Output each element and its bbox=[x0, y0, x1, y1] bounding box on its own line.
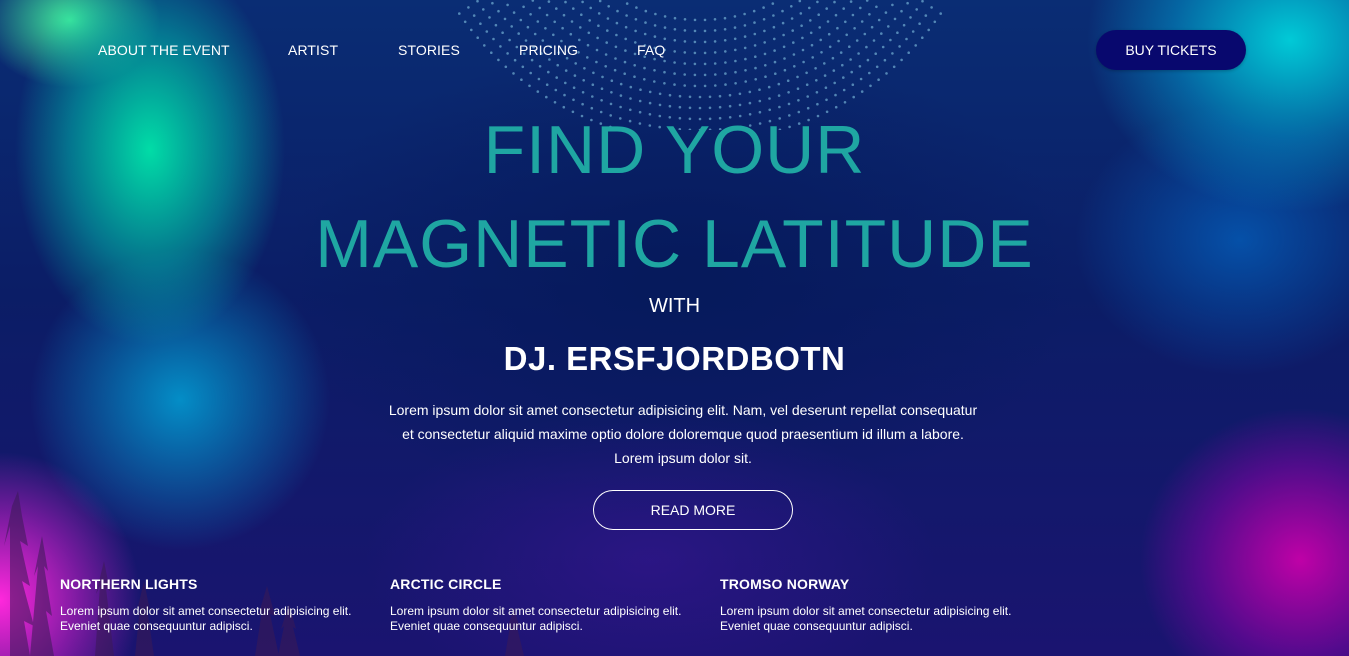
feature-northern-lights: NORTHERN LIGHTS Lorem ipsum dolor sit am… bbox=[60, 576, 380, 634]
nav-link-artist[interactable]: ARTIST bbox=[288, 42, 338, 58]
feature-tromso-norway: TROMSO NORWAY Lorem ipsum dolor sit amet… bbox=[720, 576, 1040, 634]
nav-link-pricing[interactable]: PRICING bbox=[519, 42, 578, 58]
hero-description-line: Lorem ipsum dolor sit. bbox=[614, 450, 752, 466]
nav-link-about-the-event[interactable]: ABOUT THE EVENT bbox=[98, 42, 230, 58]
hero-page: ABOUT THE EVENT ARTIST STORIES PRICING F… bbox=[0, 0, 1349, 656]
artist-name: DJ. ERSFJORDBOTN bbox=[503, 340, 846, 377]
main-navigation: ABOUT THE EVENT ARTIST STORIES PRICING F… bbox=[0, 0, 1349, 100]
headline-line-2: MAGNETIC LATITUDE bbox=[315, 206, 1034, 282]
feature-title: ARCTIC CIRCLE bbox=[390, 576, 502, 592]
headline-line-1: FIND YOUR bbox=[483, 112, 866, 188]
feature-text: Lorem ipsum dolor sit amet consectetur a… bbox=[60, 604, 380, 634]
buy-tickets-button[interactable]: BUY TICKETS bbox=[1096, 30, 1246, 70]
feature-text-line: Lorem ipsum dolor sit amet consectetur a… bbox=[720, 604, 1012, 618]
hero-description-line: Lorem ipsum dolor sit amet consectetur a… bbox=[388, 402, 978, 418]
feature-text-line: Lorem ipsum dolor sit amet consectetur a… bbox=[60, 604, 352, 618]
hero-description-line: et consectetur aliquid maxime optio dolo… bbox=[402, 426, 964, 442]
feature-text-line: Lorem ipsum dolor sit amet consectetur a… bbox=[390, 604, 682, 618]
feature-text-line: Eveniet quae consequuntur adipisci. bbox=[720, 619, 913, 633]
feature-text: Lorem ipsum dolor sit amet consectetur a… bbox=[390, 604, 710, 634]
read-more-button[interactable]: READ MORE bbox=[593, 490, 793, 530]
feature-title: TROMSO NORWAY bbox=[720, 576, 850, 592]
with-label: WITH bbox=[648, 295, 701, 317]
nav-link-faq[interactable]: FAQ bbox=[637, 42, 665, 58]
feature-title: NORTHERN LIGHTS bbox=[60, 576, 198, 592]
feature-arctic-circle: ARCTIC CIRCLE Lorem ipsum dolor sit amet… bbox=[390, 576, 710, 634]
feature-text-line: Eveniet quae consequuntur adipisci. bbox=[390, 619, 583, 633]
nav-link-stories[interactable]: STORIES bbox=[398, 42, 460, 58]
feature-text: Lorem ipsum dolor sit amet consectetur a… bbox=[720, 604, 1040, 634]
feature-text-line: Eveniet quae consequuntur adipisci. bbox=[60, 619, 253, 633]
hero-description: Lorem ipsum dolor sit amet consectetur a… bbox=[374, 398, 992, 470]
